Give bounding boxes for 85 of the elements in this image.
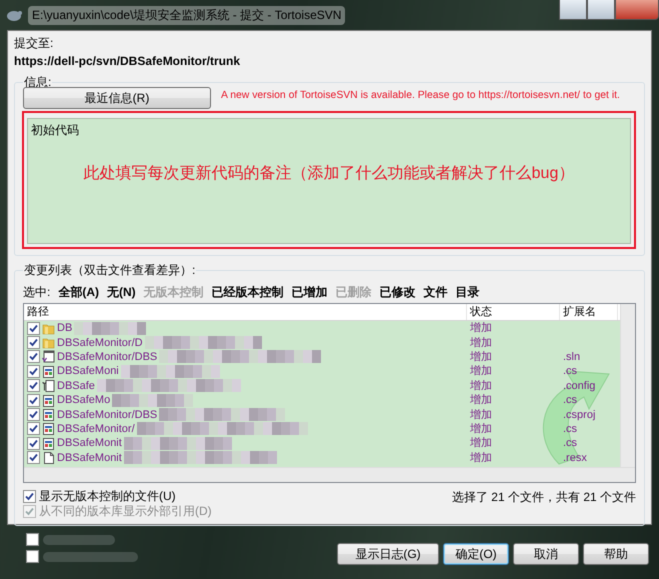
status-cell-text: 增加 bbox=[469, 436, 493, 450]
message-text: 初始代码 bbox=[31, 123, 79, 137]
status-cell-text: 增加 bbox=[469, 364, 493, 378]
filter-link[interactable]: 已经版本控制 bbox=[212, 284, 284, 301]
filter-link[interactable]: 已修改 bbox=[380, 284, 416, 301]
column-header[interactable]: 状态 bbox=[467, 304, 560, 320]
code-file-icon bbox=[42, 408, 55, 422]
status-cell-text: 增加 bbox=[469, 422, 493, 436]
checkbox[interactable] bbox=[23, 490, 36, 503]
status-cell-text: 增加 bbox=[469, 336, 493, 350]
checkbox[interactable] bbox=[26, 550, 39, 563]
extension-cell-text: .cs bbox=[562, 422, 578, 436]
group-label: 变更列表（双击文件查看差异）: bbox=[23, 262, 196, 279]
field-label: 提交至: bbox=[14, 35, 54, 52]
document-icon bbox=[42, 451, 55, 464]
filter-link[interactable]: 已增加 bbox=[292, 284, 328, 301]
wrench-file-icon bbox=[42, 379, 55, 392]
checkbox[interactable] bbox=[27, 408, 40, 422]
folder-icon bbox=[42, 322, 55, 335]
filter-link[interactable]: 目录 bbox=[456, 284, 480, 301]
extension-cell-text: .cs bbox=[562, 364, 578, 378]
message-field[interactable]: 初始代码 此处填写每次更新代码的备注（添加了什么功能或者解决了什么bug） bbox=[27, 118, 631, 244]
checkbox[interactable] bbox=[27, 436, 40, 450]
file-path: DB bbox=[57, 321, 72, 336]
status-cell-text: 增加 bbox=[469, 393, 493, 408]
window-title: E:\yuanyuxin\code\堤坝安全监测系统 - 提交 - TortoiseSVN bbox=[28, 6, 346, 24]
cancel-button[interactable]: 取消 bbox=[513, 543, 579, 565]
ok-button[interactable]: 确定(O) bbox=[443, 543, 509, 565]
status-cell-text: 增加 bbox=[469, 321, 493, 336]
filter-link[interactable]: 无(N) bbox=[107, 284, 136, 301]
repository-url: https://dell-pc/svn/DBSafeMonitor/trunk bbox=[14, 54, 242, 68]
checkbox[interactable] bbox=[26, 533, 39, 546]
extension-cell-text: .config bbox=[562, 378, 596, 393]
extension-cell-text: .csproj bbox=[562, 408, 596, 422]
column-header[interactable]: 路径 bbox=[24, 304, 467, 320]
status-cell-text: 增加 bbox=[469, 408, 493, 422]
status-cell-text: 增加 bbox=[469, 350, 493, 364]
folder-icon bbox=[42, 336, 55, 350]
code-file-icon bbox=[42, 422, 55, 436]
code-file-icon bbox=[42, 436, 55, 450]
update-notice: A new version of TortoiseSVN is available. Please go to https://tortoisesvn.net/ to get it. bbox=[221, 90, 620, 100]
blurred-label-drawing bbox=[43, 534, 115, 544]
selection-summary: 选择了 21 个文件，共有 21 个文件 bbox=[452, 489, 636, 506]
recent-messages-button[interactable]: 最近信息(R) bbox=[23, 87, 211, 109]
extension-cell-text: .cs bbox=[562, 436, 578, 450]
file-path: DBSafeMonit bbox=[57, 436, 122, 450]
checkbox[interactable] bbox=[27, 322, 40, 335]
checkbox-label: 显示无版本控制的文件(U) bbox=[39, 488, 176, 505]
close-button[interactable] bbox=[615, 0, 659, 20]
vertical-scrollbar[interactable] bbox=[620, 304, 635, 468]
minimize-button[interactable] bbox=[559, 0, 587, 20]
checkbox[interactable] bbox=[27, 451, 40, 464]
checkbox[interactable] bbox=[27, 422, 40, 436]
maximize-button[interactable] bbox=[587, 0, 615, 20]
checkbox[interactable] bbox=[27, 336, 40, 350]
checkbox[interactable] bbox=[27, 379, 40, 392]
extension-cell-text: .cs bbox=[562, 393, 578, 408]
extension-cell-text: .sln bbox=[562, 350, 582, 364]
status-cell-text: 增加 bbox=[469, 450, 493, 465]
checkbox[interactable] bbox=[27, 350, 40, 364]
file-path: DBSafe bbox=[57, 378, 95, 393]
file-path: DBSafeMo bbox=[57, 393, 110, 408]
solution-file-icon bbox=[42, 350, 55, 364]
extension-cell-text: .resx bbox=[562, 450, 588, 465]
help-button[interactable]: 帮助 bbox=[583, 543, 649, 565]
turtle-icon bbox=[6, 8, 22, 22]
code-file-icon bbox=[42, 364, 55, 378]
horizontal-scrollbar[interactable] bbox=[24, 467, 635, 482]
code-file-icon bbox=[42, 394, 55, 407]
select-label: 选中: bbox=[23, 284, 50, 301]
annotation-text: 此处填写每次更新代码的备注（添加了什么功能或者解决了什么bug） bbox=[82, 164, 576, 184]
status-cell-text: 增加 bbox=[469, 378, 493, 393]
checkbox[interactable] bbox=[27, 394, 40, 407]
file-path: DBSafeMoni bbox=[57, 364, 119, 378]
file-path: DBSafeMonitor/DBS bbox=[57, 350, 158, 364]
file-path: DBSafeMonit bbox=[57, 450, 122, 465]
checkbox[interactable] bbox=[27, 364, 40, 378]
file-path: DBSafeMonitor/DBS bbox=[57, 408, 158, 422]
show-log-button[interactable]: 显示日志(G) bbox=[337, 543, 439, 565]
filter-link[interactable]: 文件 bbox=[424, 284, 448, 301]
filter-link[interactable]: 全部(A) bbox=[58, 284, 100, 301]
file-path: DBSafeMonitor/D bbox=[57, 336, 143, 350]
checkbox-label: 从不同的版本库显示外部引用(D) bbox=[39, 503, 212, 520]
column-header[interactable]: 扩展名 bbox=[560, 304, 618, 320]
file-path: DBSafeMonitor/ bbox=[57, 422, 135, 436]
